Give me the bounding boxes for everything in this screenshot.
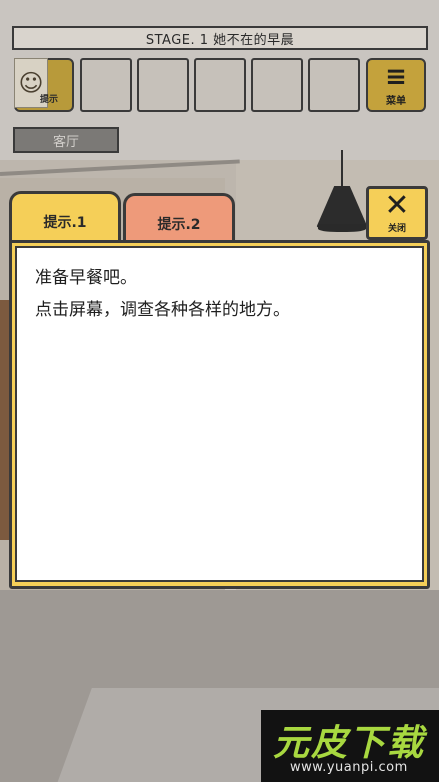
hint-text-line: 点击屏幕，调查各种各样的地方。 <box>35 300 290 320</box>
watermark-title: 元皮下载 <box>273 723 426 764</box>
stage-title: STAGE. 1 她不在的早晨 <box>145 32 295 48</box>
inventory-bar <box>80 58 360 112</box>
close-button-label: 关闭 <box>387 224 406 234</box>
close-button[interactable]: ✕ 关闭 <box>366 186 428 240</box>
watermark-url: www.yuanpi.com <box>290 760 408 775</box>
room-name: 客厅 <box>52 134 79 150</box>
inventory-slot[interactable] <box>80 58 132 112</box>
inventory-slot[interactable] <box>137 58 189 112</box>
hamburger-icon: ≡ <box>385 61 407 92</box>
tab-hint-1-label: 提示.1 <box>43 214 87 231</box>
lamp-rim <box>318 224 366 232</box>
lamp-cord <box>341 150 343 190</box>
stage-title-bar: STAGE. 1 她不在的早晨 <box>12 26 428 50</box>
close-icon: ✕ <box>384 188 410 223</box>
inventory-slot[interactable] <box>251 58 303 112</box>
menu-button[interactable]: ≡ 菜单 <box>366 58 426 112</box>
hint-panel-body: 准备早餐吧。 点击屏幕，调查各种各样的地方。 <box>15 246 424 582</box>
hint-text-line: 准备早餐吧。 <box>35 268 137 288</box>
menu-button-label: 菜单 <box>386 95 406 107</box>
tab-hint-2-label: 提示.2 <box>157 216 201 233</box>
inventory-slot[interactable] <box>194 58 246 112</box>
inventory-slot[interactable] <box>308 58 360 112</box>
room-name-label: 客厅 <box>13 127 119 153</box>
hint-button-label: 提示 <box>40 95 59 105</box>
